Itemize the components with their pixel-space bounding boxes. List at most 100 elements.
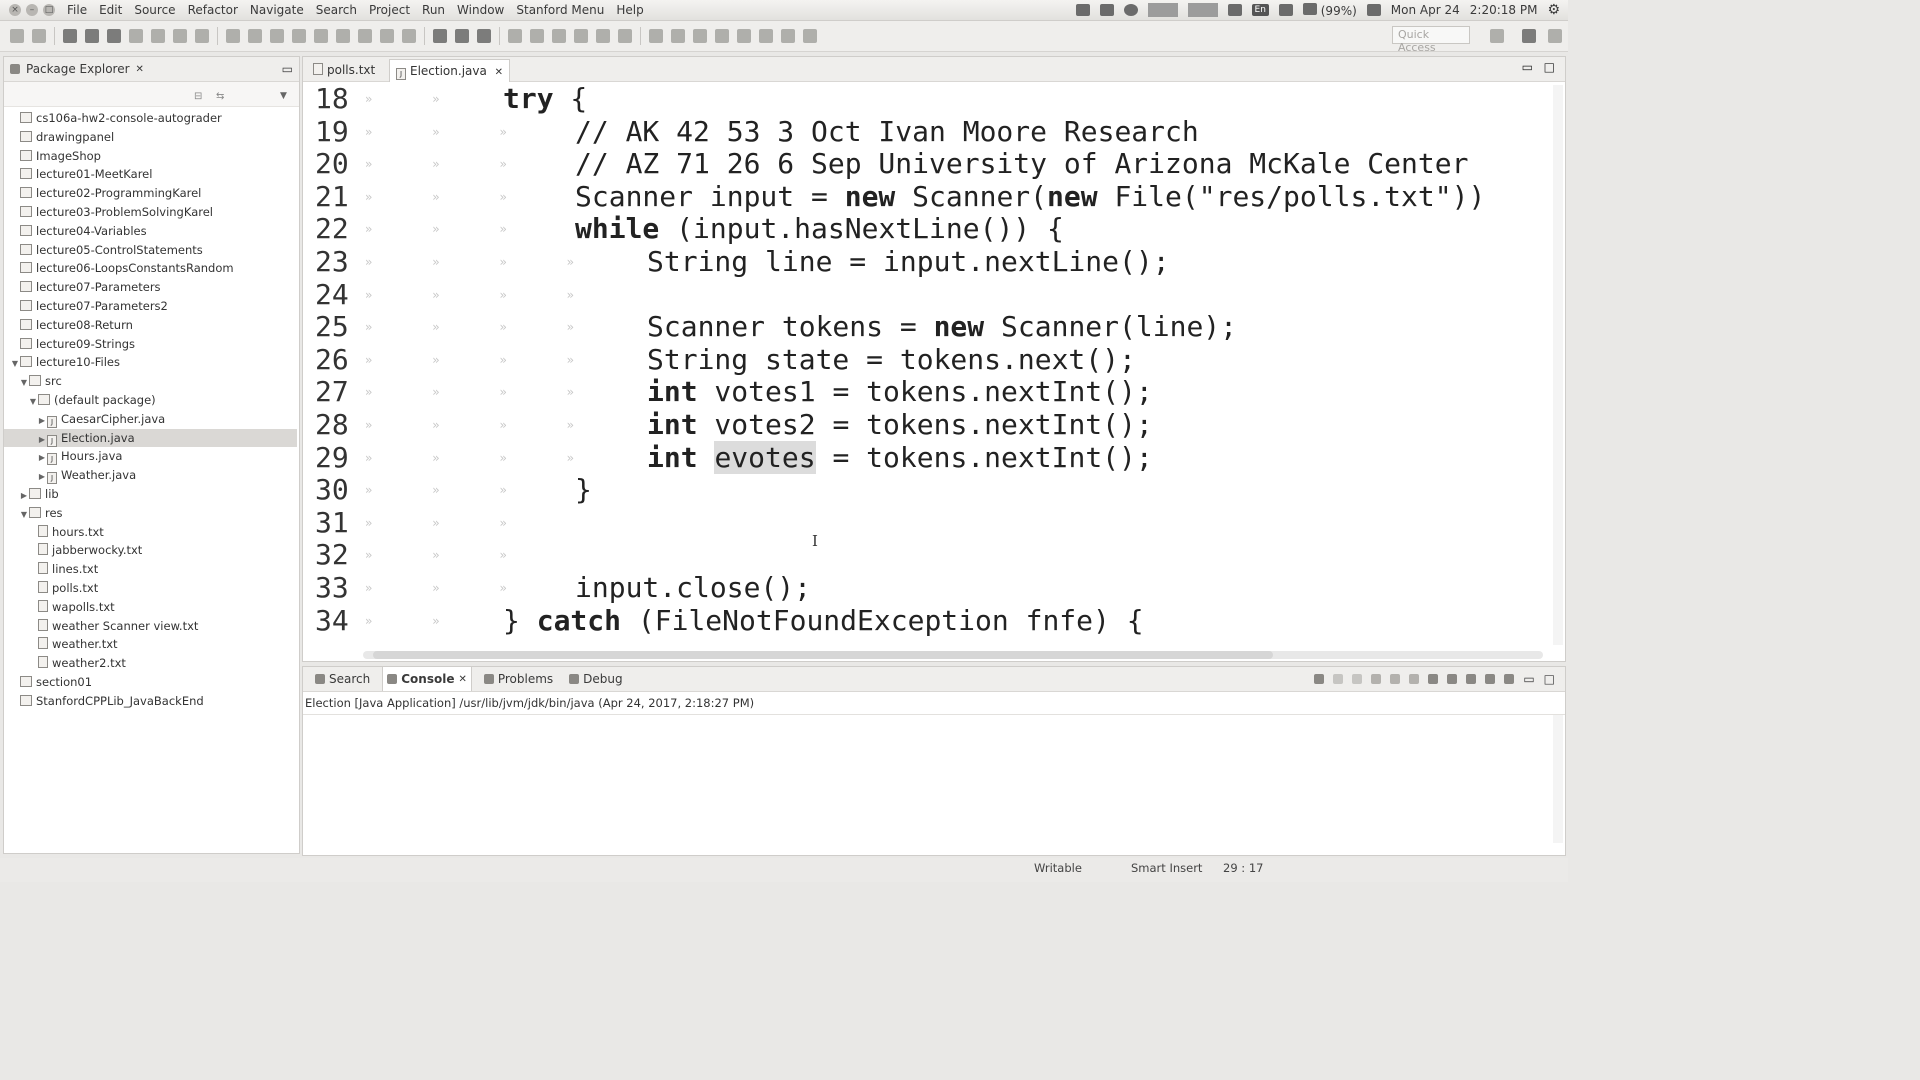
code-line[interactable]: 24 »»»» — [303, 278, 1549, 311]
minimize-window-button[interactable]: – — [26, 4, 38, 16]
step-into-icon[interactable] — [358, 29, 372, 43]
tree-item[interactable]: ▶ lib — [4, 485, 297, 504]
code-line[interactable]: 22 »»» while (input.hasNextLine()) { — [303, 213, 1549, 245]
tree-item[interactable]: lecture07-Parameters — [4, 278, 297, 297]
close-icon[interactable]: ✕ — [458, 674, 466, 685]
tab-search[interactable]: Search — [311, 667, 374, 691]
toggle-mark-occurrences-icon[interactable] — [649, 29, 663, 43]
menu-help[interactable]: Help — [616, 3, 651, 17]
code-line[interactable]: 31 »»» — [303, 506, 1549, 539]
show-on-output-icon[interactable] — [1428, 674, 1439, 684]
scrollbar-thumb[interactable] — [373, 651, 1273, 659]
tree-item[interactable]: drawingpanel — [4, 128, 297, 147]
last-edit-location-icon[interactable] — [759, 29, 773, 43]
terminate-icon[interactable] — [314, 29, 328, 43]
code-line[interactable]: 27 »»»» int votes1 = tokens.nextInt(); — [303, 376, 1549, 408]
tree-item[interactable]: ▼ res — [4, 504, 297, 523]
menu-edit[interactable]: Edit — [99, 3, 130, 17]
date-label[interactable]: Mon Apr 24 — [1391, 3, 1460, 17]
menu-window[interactable]: Window — [457, 3, 512, 17]
tree-item[interactable]: weather2.txt — [4, 654, 297, 673]
minimize-panel-icon[interactable]: ▭ — [1522, 60, 1533, 74]
tree-item[interactable]: lecture05-ControlStatements — [4, 241, 297, 260]
tree-item[interactable]: lecture04-Variables — [4, 222, 297, 241]
minimize-panel-icon[interactable]: ▭ — [282, 62, 293, 76]
tree-item[interactable]: jabberwocky.txt — [4, 541, 297, 560]
toggle-block-selection-icon[interactable] — [671, 29, 685, 43]
menu-navigate[interactable]: Navigate — [250, 3, 312, 17]
memory-monitor-icon[interactable] — [1187, 3, 1218, 17]
display-console-icon[interactable] — [1485, 674, 1496, 684]
maximize-panel-icon[interactable]: □ — [1544, 60, 1555, 74]
horizontal-scrollbar[interactable] — [363, 651, 1543, 659]
close-icon[interactable]: ✕ — [136, 64, 144, 75]
menu-search[interactable]: Search — [316, 3, 365, 17]
next-annotation-icon[interactable] — [715, 29, 729, 43]
code-line[interactable]: 29 »»»» int evotes = tokens.nextInt(); — [303, 440, 1549, 474]
clock-label[interactable]: 2:20:18 PM — [1470, 3, 1538, 17]
java-perspective-icon[interactable] — [1522, 29, 1536, 43]
tree-item[interactable]: wapolls.txt — [4, 598, 297, 617]
remove-all-terminated-icon[interactable] — [1352, 674, 1363, 684]
run-icon[interactable] — [455, 29, 469, 43]
debug-icon[interactable] — [226, 29, 240, 43]
new-icon[interactable] — [10, 29, 24, 43]
new-class-icon[interactable] — [552, 29, 566, 43]
open-task-icon[interactable] — [596, 29, 610, 43]
code-line[interactable]: 32 »»» — [303, 539, 1549, 571]
tree-item[interactable]: lecture02-ProgrammingKarel — [4, 184, 297, 203]
tree-item[interactable]: lines.txt — [4, 560, 297, 579]
tree-item[interactable]: hours.txt — [4, 523, 297, 542]
debug-run-icon[interactable] — [433, 29, 447, 43]
close-window-button[interactable]: × — [9, 4, 21, 16]
tree-item[interactable]: lecture07-Parameters2 — [4, 297, 297, 316]
minimize-panel-icon[interactable]: ▭ — [1523, 672, 1534, 686]
mail-icon[interactable] — [1278, 4, 1293, 16]
clear-console-icon[interactable] — [1371, 674, 1382, 684]
tree-item[interactable]: lecture03-ProblemSolvingKarel — [4, 203, 297, 222]
tree-item[interactable]: ▶ J CaesarCipher.java — [4, 410, 297, 429]
forward-icon[interactable] — [803, 29, 817, 43]
vertical-scrollbar[interactable] — [1553, 85, 1563, 645]
gear-icon[interactable]: ⚙ — [1547, 2, 1560, 18]
package-explorer-tab[interactable]: Package Explorer ✕ ▭ — [4, 57, 299, 82]
code-line[interactable]: 18 »» try { — [303, 83, 1549, 115]
menu-run[interactable]: Run — [422, 3, 453, 17]
code-area[interactable]: 18»» try {19»»»// AK 42 53 3 Oct Ivan Moo… — [303, 83, 1549, 647]
open-console-icon[interactable] — [1504, 674, 1515, 684]
tab-election-java[interactable]: J Election.java ✕ — [389, 59, 511, 82]
tab-debug[interactable]: Debug — [565, 667, 626, 691]
code-line[interactable]: 19 »»» // AK 42 53 3 Oct Ivan Moore Resear… — [303, 115, 1549, 148]
disconnect-icon[interactable] — [336, 29, 350, 43]
debug-perspective-icon[interactable] — [1548, 29, 1562, 43]
pin-console-icon[interactable] — [1466, 674, 1477, 684]
tab-problems[interactable]: Problems — [480, 667, 557, 691]
console-icon[interactable] — [173, 29, 187, 43]
open-perspective-icon[interactable] — [1490, 29, 1504, 43]
code-line[interactable]: 30 »»»} — [303, 474, 1549, 506]
run-karel-icon[interactable] — [129, 29, 143, 43]
tree-item[interactable]: ▶ J Hours.java — [4, 447, 297, 466]
menu-refactor[interactable]: Refactor — [188, 3, 246, 17]
suspend-icon[interactable] — [292, 29, 306, 43]
save-all-icon[interactable] — [85, 29, 99, 43]
new-java-project-icon[interactable] — [508, 29, 522, 43]
external-tools-icon[interactable] — [477, 29, 491, 43]
keyboard-language-indicator[interactable]: En — [1251, 4, 1269, 16]
code-line[interactable]: 25 »»»» Scanner tokens = new Scanner(line)… — [303, 311, 1549, 343]
tree-item[interactable]: section01 — [4, 673, 297, 692]
search-icon[interactable] — [618, 29, 632, 43]
code-line[interactable]: 26 »»»» String state = tokens.next(); — [303, 343, 1549, 376]
vertical-scrollbar[interactable] — [1553, 715, 1563, 843]
build-icon[interactable] — [107, 29, 121, 43]
tab-console[interactable]: Console ✕ — [382, 667, 472, 691]
maximize-panel-icon[interactable]: □ — [1544, 672, 1555, 686]
code-line[interactable]: 34 »»} catch (FileNotFoundException fnfe)… — [303, 604, 1549, 637]
tree-item[interactable]: weather Scanner view.txt — [4, 617, 297, 636]
dropbox-icon[interactable] — [1099, 4, 1114, 16]
tree-item[interactable]: ▼ (default package) — [4, 391, 297, 410]
battery-indicator[interactable]: (99%) — [1302, 2, 1357, 18]
run-program-icon[interactable] — [151, 29, 165, 43]
menu-file[interactable]: File — [67, 3, 95, 17]
camera-icon[interactable] — [1075, 4, 1090, 16]
